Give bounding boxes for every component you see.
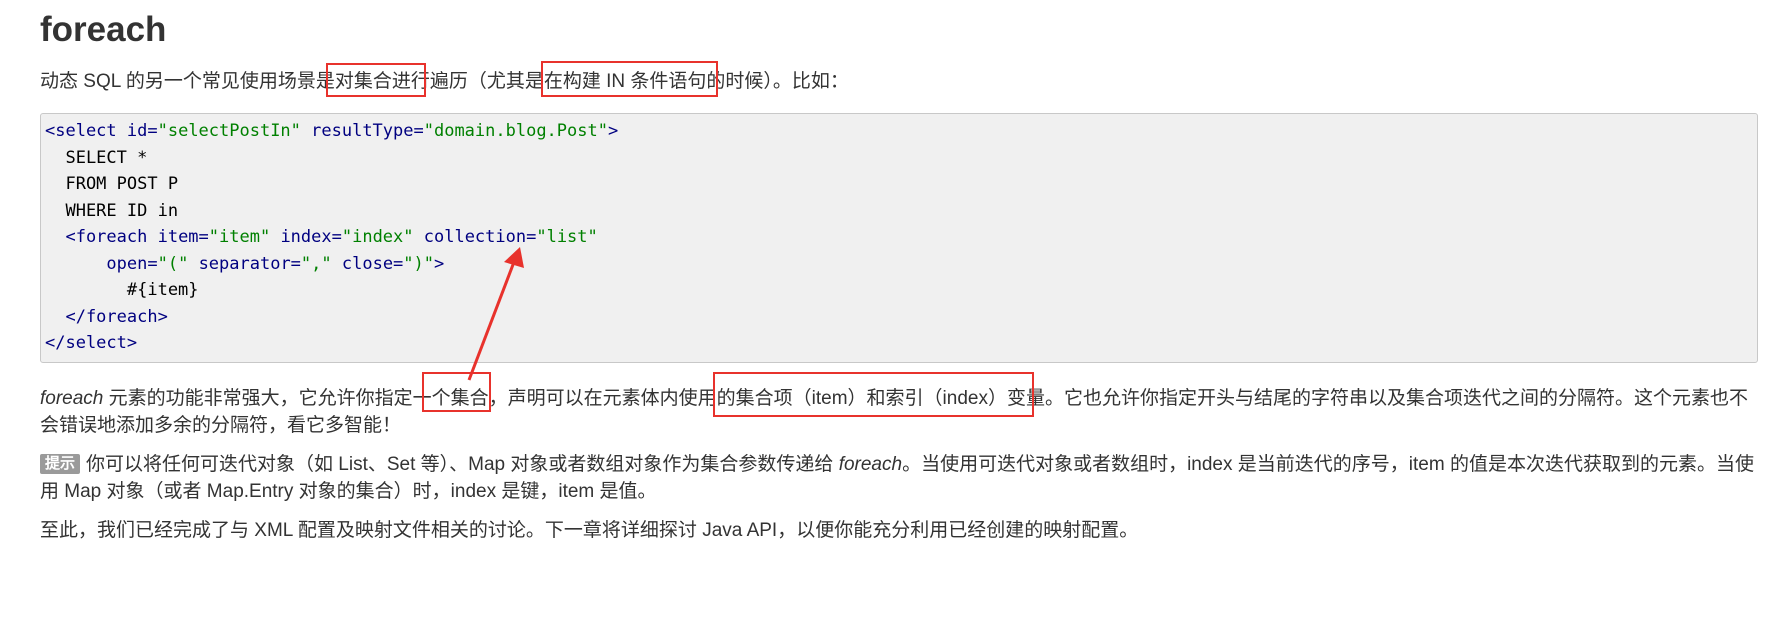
- code-line-4: WHERE ID in: [45, 200, 179, 221]
- code-line-9: </select>: [45, 333, 138, 353]
- intro-paragraph: 动态 SQL 的另一个常见使用场景是对集合进行遍历（尤其是在构建 IN 条件语句…: [40, 71, 849, 92]
- code-line-3: FROM POST P: [45, 174, 179, 194]
- annotation-box-in-condition: [541, 61, 718, 97]
- annotation-box-collection: [422, 372, 491, 412]
- code-line-8: </foreach>: [45, 306, 168, 327]
- foreach-term: foreach: [40, 388, 104, 409]
- annotation-box-collection-traverse: [326, 63, 426, 97]
- code-line-5: <foreach item="item" index="index" colle…: [45, 227, 598, 247]
- code-line-1: <select id="selectPostIn" resultType="do…: [45, 121, 619, 141]
- closing-paragraph: 至此，我们已经完成了与 XML 配置及映射文件相关的讨论。下一章将详细探讨 Ja…: [40, 520, 1139, 541]
- foreach-term-tip: foreach: [838, 454, 903, 475]
- code-block: <select id="selectPostIn" resultType="do…: [40, 113, 1758, 363]
- document-page: foreach 动态 SQL 的另一个常见使用场景是对集合进行遍历（尤其是在构建…: [40, 0, 1758, 544]
- section-heading: foreach: [40, 10, 167, 49]
- code-line-2: SELECT *: [45, 147, 148, 168]
- tip-paragraph: 提示 你可以将任何可迭代对象（如 List、Set 等）、Map 对象或者数组对象…: [40, 454, 1754, 502]
- code-line-6: open="(" separator="," close=")">: [106, 253, 445, 274]
- tip-badge: 提示: [40, 454, 81, 474]
- code-line-7: #{item}: [45, 280, 199, 300]
- annotation-box-item-index-vars: [713, 372, 1034, 417]
